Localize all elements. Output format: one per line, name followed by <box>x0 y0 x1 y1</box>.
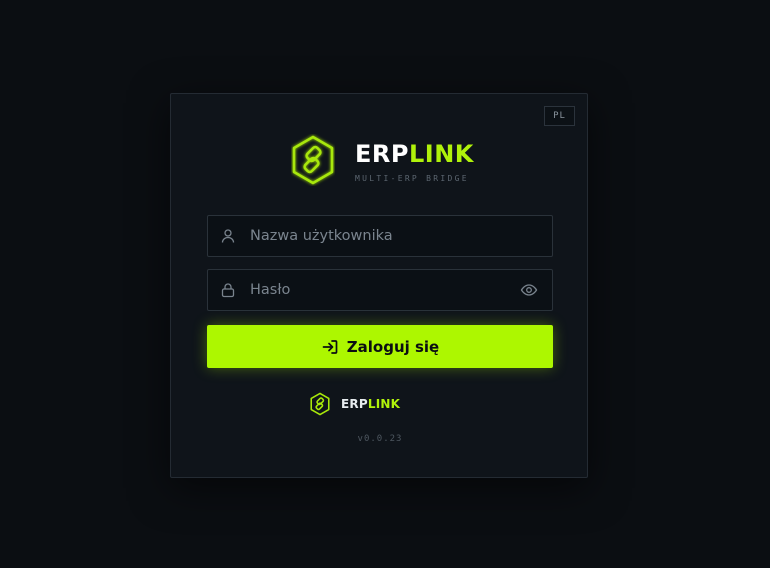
username-field[interactable] <box>207 215 553 257</box>
login-button-label: Zaloguj się <box>346 337 440 356</box>
login-card: PL ERPLINK MULTI-ERP BRIDGE Nazwa użytko… <box>170 93 588 478</box>
footer-brand-part1: ERP <box>341 397 368 411</box>
brand-header: ERPLINK MULTI-ERP BRIDGE <box>291 134 481 186</box>
username-input[interactable] <box>250 216 510 256</box>
brand-name: ERPLINK <box>355 140 474 168</box>
user-icon <box>221 229 235 243</box>
brand-name-part2: LINK <box>408 140 474 168</box>
footer-brand: ERPLINK <box>309 392 400 416</box>
hexagon-link-logo-icon <box>292 135 334 185</box>
version-label: v0.0.23 <box>357 434 403 444</box>
login-button[interactable]: Zaloguj się <box>207 325 553 368</box>
eye-icon[interactable] <box>520 281 538 299</box>
password-field[interactable] <box>207 269 553 311</box>
lock-icon <box>221 283 235 298</box>
footer-brand-name: ERPLINK <box>341 397 400 411</box>
brand-tagline: MULTI-ERP BRIDGE <box>355 174 469 183</box>
language-label: PL <box>553 111 566 121</box>
language-toggle-button[interactable]: PL <box>544 106 575 126</box>
footer-brand-part2: LINK <box>367 397 401 411</box>
password-input[interactable] <box>250 270 510 310</box>
brand-name-part1: ERP <box>355 140 409 168</box>
hexagon-link-logo-icon <box>310 392 330 416</box>
login-arrow-icon <box>322 339 338 354</box>
